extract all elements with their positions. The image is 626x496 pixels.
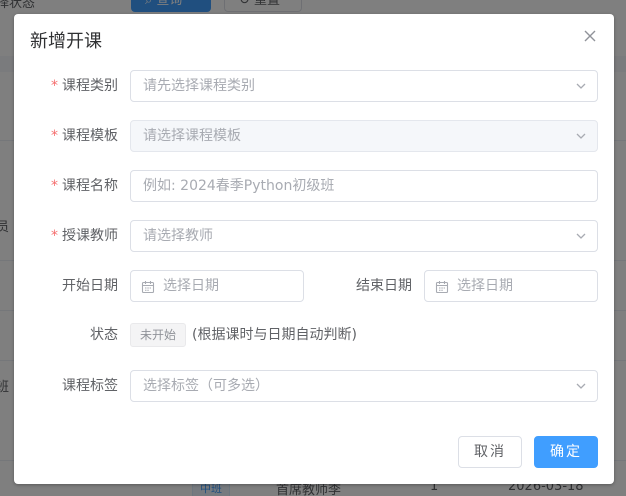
chevron-down-icon	[576, 383, 586, 389]
confirm-button[interactable]: 确定	[534, 436, 598, 468]
course-template-placeholder: 请选择课程模板	[143, 128, 241, 144]
tags-row: 课程标签 选择标签（可多选）	[14, 370, 614, 402]
chevron-down-icon	[576, 233, 586, 239]
course-name-row: * 课程名称	[14, 170, 614, 202]
teacher-row: * 授课教师 请选择教师	[14, 220, 614, 252]
course-category-label: * 课程类别	[34, 70, 118, 102]
end-date-label: 结束日期	[356, 278, 412, 294]
required-mark: *	[51, 178, 58, 194]
course-category-placeholder: 请先选择课程类别	[143, 78, 255, 94]
course-name-label: * 课程名称	[34, 170, 118, 202]
calendar-icon	[141, 281, 155, 294]
start-date-placeholder: 选择日期	[163, 278, 219, 294]
calendar-icon	[435, 281, 449, 294]
end-date-placeholder: 选择日期	[457, 278, 513, 294]
tags-placeholder: 选择标签（可多选）	[143, 378, 269, 394]
tags-label: 课程标签	[62, 378, 118, 394]
required-mark: *	[51, 128, 58, 144]
required-mark: *	[51, 78, 58, 94]
required-mark: *	[51, 228, 58, 244]
tags-select[interactable]: 选择标签（可多选）	[130, 370, 598, 402]
close-icon	[584, 30, 596, 42]
date-row: 开始日期 选择日期 结束日期 选择日期	[14, 270, 614, 302]
teacher-placeholder: 请选择教师	[143, 228, 213, 244]
chevron-down-icon	[576, 83, 586, 89]
course-category-row: * 课程类别 请先选择课程类别	[14, 70, 614, 102]
status-label: 状态	[90, 327, 118, 343]
chevron-down-icon	[576, 133, 586, 139]
course-category-label-text: 课程类别	[62, 78, 118, 94]
course-template-row: * 课程模板 请选择课程模板	[14, 120, 614, 152]
course-name-input[interactable]	[143, 171, 597, 201]
course-name-field[interactable]	[130, 170, 598, 202]
end-date-picker[interactable]: 选择日期	[424, 270, 598, 302]
teacher-label: * 授课教师	[34, 220, 118, 252]
status-row: 状态 未开始 (根据课时与日期自动判断)	[14, 320, 614, 352]
course-category-select[interactable]: 请先选择课程类别	[130, 70, 598, 102]
status-badge: 未开始	[130, 323, 187, 347]
course-template-select[interactable]: 请选择课程模板	[130, 120, 598, 152]
status-note: (根据课时与日期自动判断)	[192, 327, 357, 343]
course-name-label-text: 课程名称	[62, 178, 118, 194]
start-date-picker[interactable]: 选择日期	[130, 270, 304, 302]
teacher-label-text: 授课教师	[62, 228, 118, 244]
cancel-button[interactable]: 取消	[458, 436, 522, 468]
course-template-label-text: 课程模板	[62, 128, 118, 144]
teacher-select[interactable]: 请选择教师	[130, 220, 598, 252]
start-date-label: 开始日期	[62, 278, 118, 294]
dialog-title: 新增开课	[30, 31, 102, 52]
course-template-label: * 课程模板	[34, 120, 118, 152]
close-button[interactable]	[580, 26, 600, 46]
add-course-dialog: 新增开课 * 课程类别 请先选择课程类别 * 课程模板 请选择课程模板 * 课程名称	[14, 14, 614, 484]
